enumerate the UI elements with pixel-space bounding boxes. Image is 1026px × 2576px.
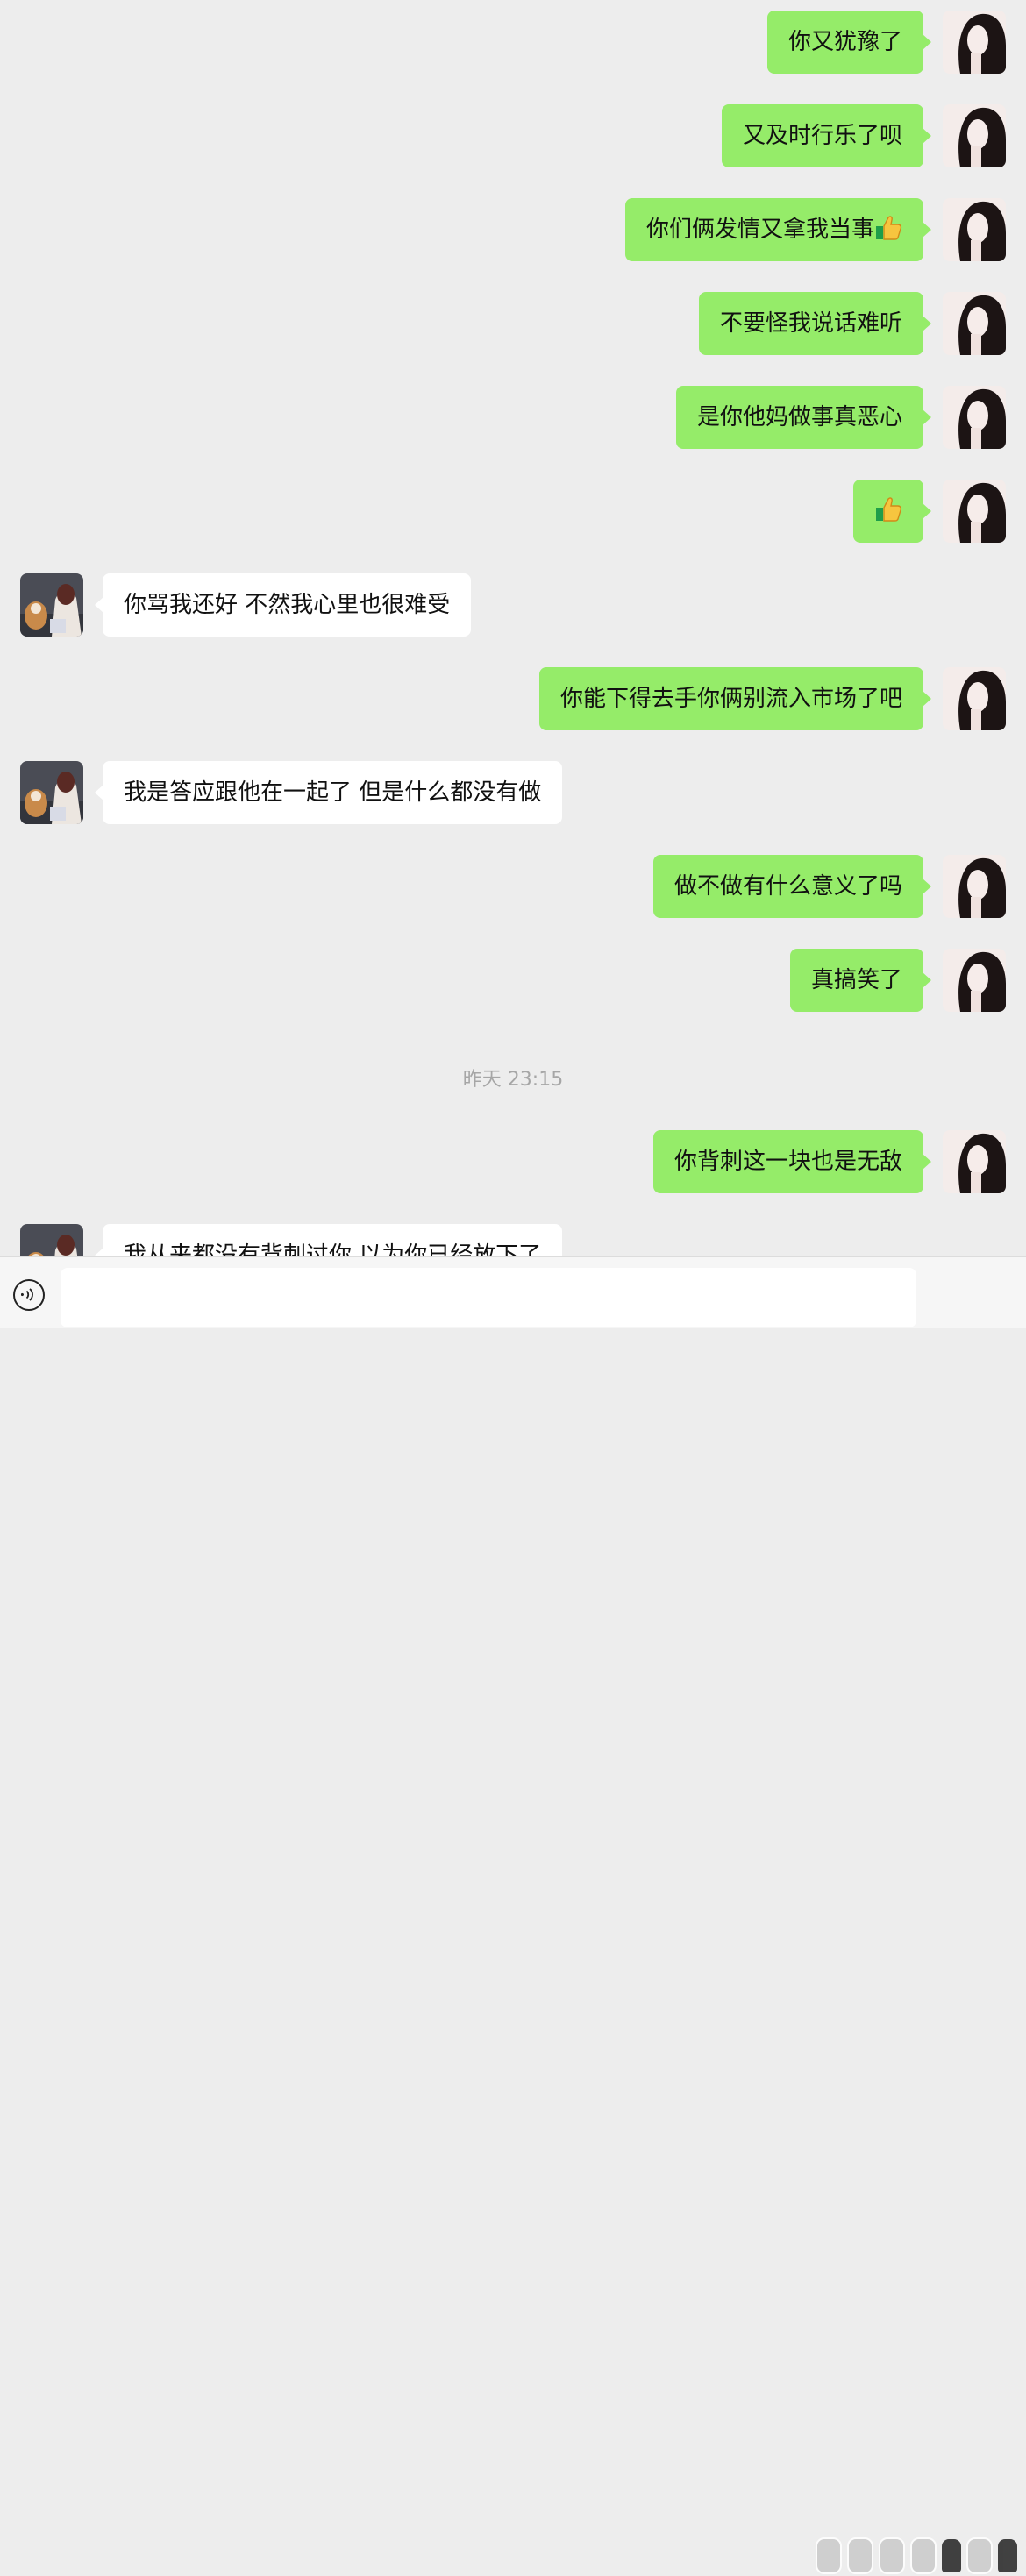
message-input[interactable]: [61, 1268, 916, 1327]
my-avatar[interactable]: [943, 949, 1006, 1012]
message-row: 是你他妈做事真恶心: [0, 386, 1026, 449]
message-text: 是你他妈做事真恶心: [696, 404, 902, 431]
sent-message-bubble[interactable]: 又及时行乐了呗: [721, 104, 932, 167]
message-text: 做不做有什么意义了吗: [673, 873, 902, 900]
my-avatar[interactable]: [943, 1130, 1006, 1193]
thumbs-up-icon: [874, 214, 902, 242]
my-avatar[interactable]: [943, 292, 1006, 355]
sent-message-bubble[interactable]: 真搞笑了: [789, 949, 932, 1012]
message-row: 你又犹豫了: [0, 11, 1026, 74]
sent-message-bubble[interactable]: [853, 480, 931, 543]
message-row: 你背刺这一块也是无敌: [0, 1130, 1026, 1193]
sent-message-bubble[interactable]: 你能下得去手你俩别流入市场了吧: [538, 667, 932, 730]
message-text: 又及时行乐了呗: [742, 123, 902, 149]
message-text: 你背刺这一块也是无敌: [673, 1149, 902, 1175]
received-message-bubble[interactable]: 你骂我还好 不然我心里也很难受: [94, 573, 472, 637]
chat-history[interactable]: 你又犹豫了 又及时行乐了呗 你们俩发情又拿我当事 不要怪我说话难听 是你他妈做事…: [0, 0, 1026, 1256]
contact-avatar[interactable]: [20, 761, 83, 824]
thumbs-up-icon: [874, 495, 902, 523]
message-text: 我是答应跟他在一起了 但是什么都没有做: [124, 779, 542, 806]
received-message-bubble[interactable]: 我是答应跟他在一起了 但是什么都没有做: [94, 761, 563, 824]
message-row: 做不做有什么意义了吗: [0, 855, 1026, 918]
my-avatar[interactable]: [943, 11, 1006, 74]
message-row: 我是答应跟他在一起了 但是什么都没有做: [0, 761, 1026, 824]
voice-mode-icon[interactable]: [13, 1279, 45, 1311]
input-bar: [0, 1256, 1026, 2574]
contact-avatar[interactable]: [20, 573, 83, 637]
received-message-bubble[interactable]: 我从来都没有背刺过你 以为你已经放下了: [94, 1224, 563, 1256]
message-row: 又及时行乐了呗: [0, 104, 1026, 167]
contact-avatar[interactable]: [20, 1224, 83, 1256]
sent-message-bubble[interactable]: 是你他妈做事真恶心: [675, 386, 932, 449]
my-avatar[interactable]: [943, 480, 1006, 543]
sent-message-bubble[interactable]: 你又犹豫了: [766, 11, 932, 74]
my-avatar[interactable]: [943, 198, 1006, 261]
message-text: 你又犹豫了: [787, 29, 902, 55]
sent-message-bubble[interactable]: 做不做有什么意义了吗: [652, 855, 932, 918]
my-avatar[interactable]: [943, 855, 1006, 918]
message-row: 你们俩发情又拿我当事: [0, 198, 1026, 261]
sent-message-bubble[interactable]: 不要怪我说话难听: [698, 292, 932, 355]
my-avatar[interactable]: [943, 667, 1006, 730]
message-text: 你能下得去手你俩别流入市场了吧: [559, 686, 902, 712]
my-avatar[interactable]: [943, 386, 1006, 449]
message-row: [0, 480, 1026, 543]
sent-message-bubble[interactable]: 你背刺这一块也是无敌: [652, 1130, 932, 1193]
message-row: 你能下得去手你俩别流入市场了吧: [0, 667, 1026, 730]
my-avatar[interactable]: [943, 104, 1006, 167]
message-row: 真搞笑了: [0, 949, 1026, 1012]
message-text: 不要怪我说话难听: [719, 310, 902, 337]
message-timestamp: 昨天 23:15: [462, 1069, 564, 1091]
message-text: 我从来都没有背刺过你 以为你已经放下了: [124, 1242, 542, 1256]
message-text: 真搞笑了: [810, 967, 902, 993]
sent-message-bubble[interactable]: 你们俩发情又拿我当事: [624, 198, 932, 261]
message-text: 你骂我还好 不然我心里也很难受: [124, 592, 451, 618]
message-text: 你们俩发情又拿我当事: [645, 217, 874, 243]
message-row: 不要怪我说话难听: [0, 292, 1026, 355]
message-row: 你骂我还好 不然我心里也很难受: [0, 573, 1026, 637]
watermark-logo-icon: [816, 2536, 1017, 2576]
message-row: 我从来都没有背刺过你 以为你已经放下了: [0, 1224, 1026, 1256]
